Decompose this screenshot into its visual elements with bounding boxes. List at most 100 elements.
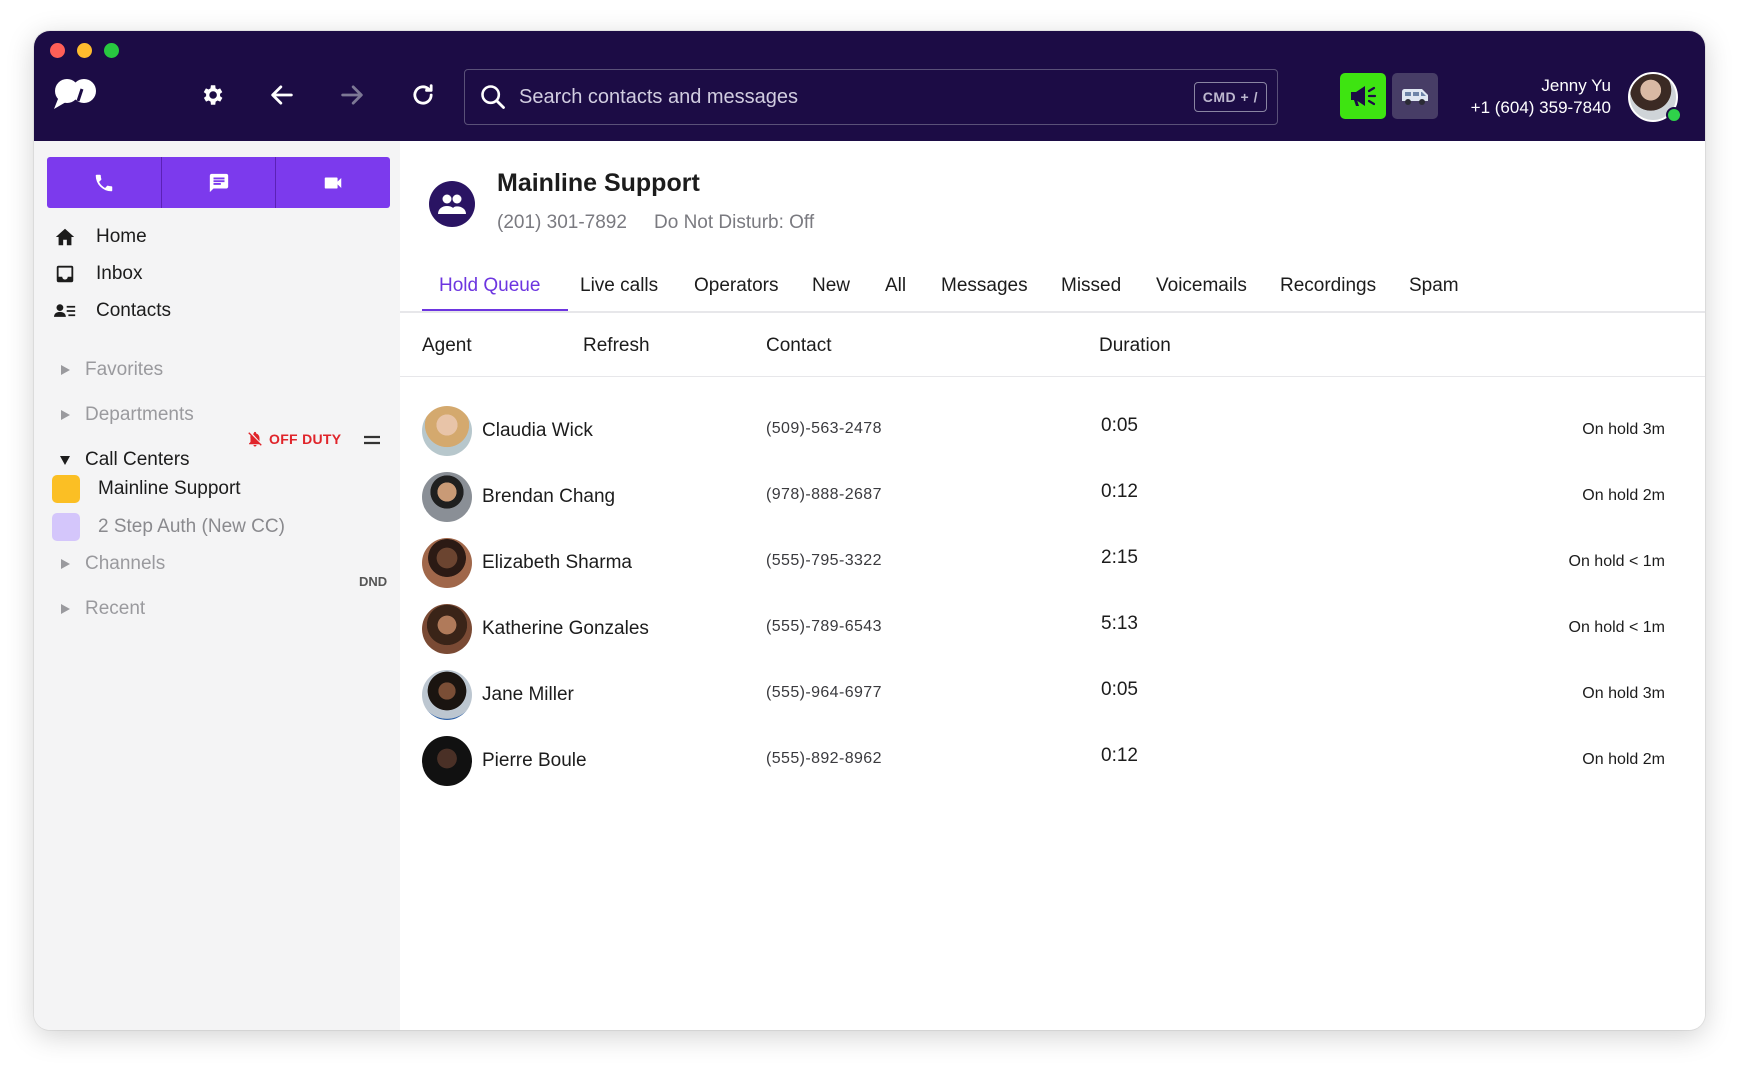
nav-contacts[interactable]: Contacts	[54, 300, 171, 322]
contact-number: (555)-795-3322	[766, 552, 882, 569]
hold-status: On hold 2m	[1582, 751, 1665, 768]
contact-number: (555)-892-8962	[766, 750, 882, 767]
tab-messages[interactable]: Messages	[941, 275, 1028, 297]
forward-arrow-icon[interactable]	[336, 79, 368, 111]
nav-inbox[interactable]: Inbox	[54, 263, 142, 285]
contact-number: (555)-789-6543	[766, 618, 882, 635]
caret-right-icon	[61, 604, 70, 614]
column-duration: Duration	[1099, 335, 1171, 356]
megaphone-icon	[1351, 86, 1377, 106]
call-center-label: 2 Step Auth (New CC)	[98, 516, 285, 537]
call-center-mainline-support[interactable]: Mainline Support	[52, 475, 241, 503]
user-phone: +1 (604) 359-7840	[1470, 98, 1611, 117]
window-controls	[50, 43, 119, 58]
table-row[interactable]: Jane Miller (555)-964-6977 0:05 On hold …	[400, 664, 1705, 730]
agent-avatar	[422, 604, 472, 654]
call-duration: 0:12	[1101, 745, 1138, 766]
table-row[interactable]: Claudia Wick (509)-563-2478 0:05 On hold…	[400, 400, 1705, 466]
home-icon	[54, 226, 76, 248]
main-content: Mainline Support (201) 301-7892 Do Not D…	[400, 141, 1705, 1030]
departments-label: Departments	[85, 404, 194, 425]
nav-home[interactable]: Home	[54, 226, 147, 248]
hold-status: On hold < 1m	[1568, 553, 1666, 570]
tab-new[interactable]: New	[812, 275, 850, 297]
tab-recordings[interactable]: Recordings	[1280, 275, 1376, 297]
group-icon	[438, 194, 466, 214]
table-row[interactable]: Pierre Boule (555)-892-8962 0:12 On hold…	[400, 730, 1705, 796]
page-title: Mainline Support	[497, 169, 700, 197]
call-button[interactable]	[47, 157, 162, 208]
contact-number: (509)-563-2478	[766, 420, 882, 437]
favorites-label: Favorites	[85, 359, 164, 380]
message-button[interactable]	[161, 157, 277, 208]
active-tab-indicator	[422, 309, 568, 311]
van-button[interactable]	[1392, 73, 1438, 119]
call-center-2-step-auth[interactable]: 2 Step Auth (New CC)	[52, 513, 285, 541]
hold-status: On hold < 1m	[1568, 619, 1666, 636]
table-row[interactable]: Brendan Chang (978)-888-2687 0:12 On hol…	[400, 466, 1705, 532]
tab-missed[interactable]: Missed	[1061, 275, 1121, 297]
announcement-button[interactable]	[1340, 73, 1386, 119]
contacts-icon	[54, 300, 76, 322]
search-icon	[481, 85, 505, 109]
tab-voicemails[interactable]: Voicemails	[1156, 275, 1247, 297]
agent-name: Pierre Boule	[482, 750, 587, 771]
agent-name: Jane Miller	[482, 684, 574, 705]
call-center-avatar	[429, 181, 475, 227]
refresh-button[interactable]: Refresh	[583, 335, 650, 357]
section-recent[interactable]: Recent	[59, 598, 145, 620]
agent-name: Katherine Gonzales	[482, 618, 649, 639]
van-icon	[1402, 89, 1428, 105]
tab-live-calls[interactable]: Live calls	[580, 275, 658, 297]
close-window-button[interactable]	[50, 43, 65, 58]
caret-right-icon	[61, 365, 70, 375]
tab-hold-queue[interactable]: Hold Queue	[439, 275, 540, 297]
table-row[interactable]: Katherine Gonzales (555)-789-6543 5:13 O…	[400, 598, 1705, 664]
agent-avatar	[422, 736, 472, 786]
section-call-centers[interactable]: Call Centers	[59, 449, 190, 471]
call-center-color-swatch	[52, 513, 80, 541]
call-duration: 0:05	[1101, 679, 1138, 700]
video-button[interactable]	[276, 157, 390, 208]
agent-name: Elizabeth Sharma	[482, 552, 632, 573]
caret-right-icon	[61, 559, 70, 569]
dnd-badge: DND	[359, 574, 388, 589]
chat-icon	[209, 173, 228, 192]
back-arrow-icon[interactable]	[266, 79, 298, 111]
dnd-status: Do Not Disturb: Off	[654, 212, 815, 233]
search-input[interactable]	[519, 85, 1194, 109]
tab-all[interactable]: All	[885, 275, 906, 297]
settings-gear-icon[interactable]	[196, 79, 228, 111]
search-bar[interactable]: CMD + /	[464, 69, 1278, 125]
online-status-dot	[1666, 107, 1682, 123]
app-logo[interactable]	[52, 75, 100, 111]
agent-name: Brendan Chang	[482, 486, 616, 507]
nav-inbox-label: Inbox	[96, 263, 143, 284]
communication-actions	[47, 157, 390, 208]
column-agent: Agent	[422, 335, 472, 356]
maximize-window-button[interactable]	[104, 43, 119, 58]
user-info: Jenny Yu +1 (604) 359-7840	[1471, 75, 1611, 119]
contact-number: (978)-888-2687	[766, 486, 882, 503]
minimize-window-button[interactable]	[77, 43, 92, 58]
call-duration: 0:05	[1101, 415, 1138, 436]
drag-handle-icon[interactable]	[363, 435, 381, 445]
table-row[interactable]: Elizabeth Sharma (555)-795-3322 2:15 On …	[400, 532, 1705, 598]
call-duration: 2:15	[1101, 547, 1138, 568]
hold-status: On hold 3m	[1582, 685, 1665, 702]
user-name: Jenny Yu	[1541, 76, 1611, 95]
off-duty-toggle[interactable]: OFF DUTY	[246, 430, 341, 448]
nav-home-label: Home	[96, 226, 147, 247]
column-contact: Contact	[766, 335, 832, 356]
bell-off-icon	[248, 431, 262, 447]
caret-right-icon	[61, 410, 70, 420]
tab-operators[interactable]: Operators	[694, 275, 778, 297]
refresh-icon[interactable]	[407, 79, 439, 111]
call-center-color-swatch	[52, 475, 80, 503]
off-duty-label: OFF DUTY	[269, 431, 342, 447]
section-favorites[interactable]: Favorites	[59, 359, 163, 381]
section-departments[interactable]: Departments	[59, 404, 194, 426]
section-channels[interactable]: Channels	[59, 553, 165, 575]
agent-name: Claudia Wick	[482, 420, 593, 441]
tab-spam[interactable]: Spam	[1409, 275, 1459, 297]
